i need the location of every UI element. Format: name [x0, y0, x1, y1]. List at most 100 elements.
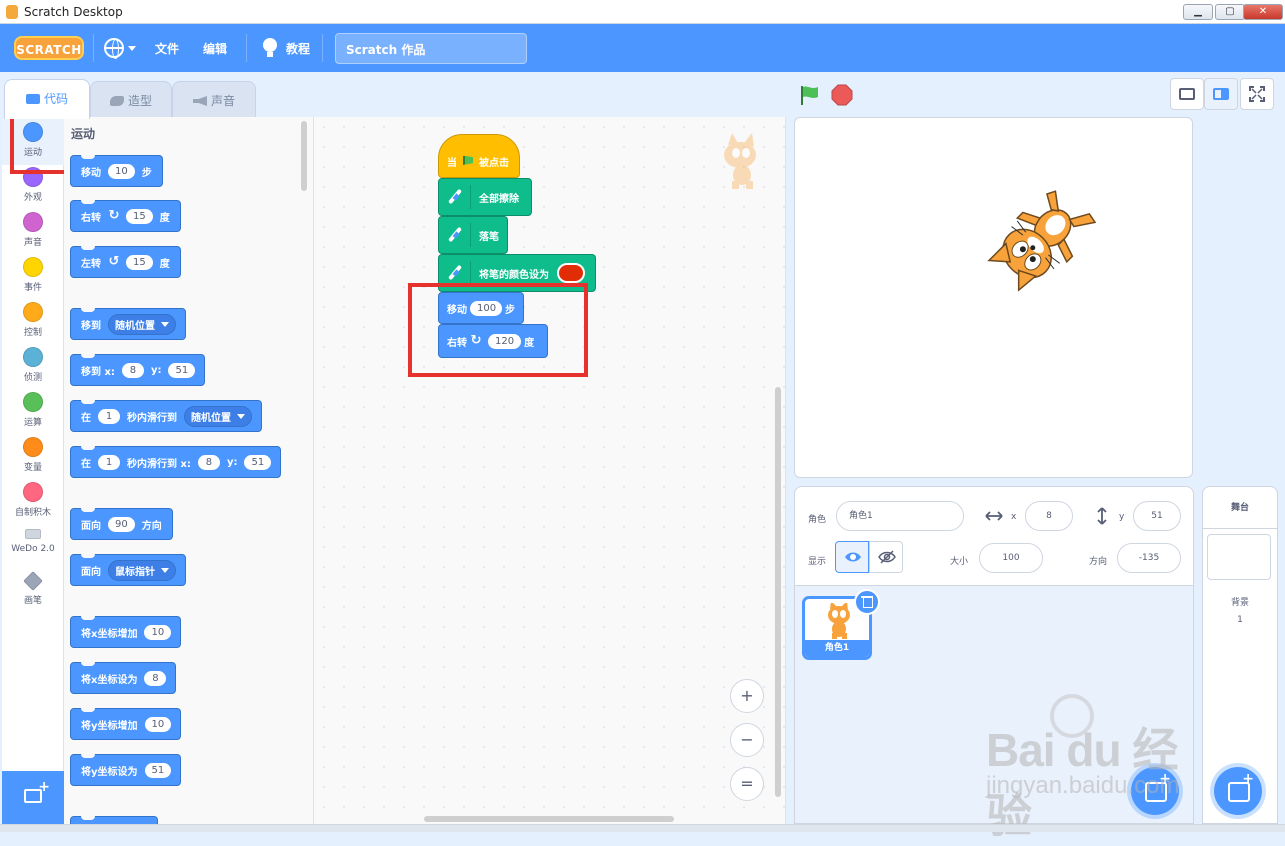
show-sprite-button[interactable] [835, 541, 869, 573]
category-label: 运算 [23, 418, 42, 428]
stop-icon[interactable] [831, 84, 853, 106]
block-glide-xy[interactable]: 在 1 秒内滑行到 x: 8 y: 51 [70, 446, 282, 478]
backdrops-count: 1 [1237, 615, 1243, 625]
degrees-input[interactable]: 15 [126, 208, 153, 224]
minimize-button[interactable]: ▁ [1183, 4, 1213, 20]
block-change-y[interactable]: 将y坐标增加 10 [70, 708, 182, 740]
x-input[interactable]: 8 [197, 454, 220, 470]
block-text: 方向 [141, 520, 162, 532]
y-input[interactable]: 51 [168, 362, 196, 378]
category-sensing[interactable]: 侦测 [2, 347, 64, 383]
steps-input[interactable]: 10 [108, 163, 135, 179]
zoom-reset-button[interactable]: = [730, 767, 764, 801]
tab-costumes[interactable]: 造型 [90, 81, 172, 117]
block-set-x[interactable]: 将x坐标设为 8 [70, 662, 177, 694]
stage-canvas[interactable] [794, 117, 1193, 478]
eye-off-icon [878, 550, 896, 564]
fullscreen-button[interactable] [1240, 78, 1274, 110]
block-text: 秒内滑行到 x: [127, 458, 191, 470]
direction-input[interactable]: -135 [1117, 543, 1181, 573]
block-partial[interactable] [70, 816, 158, 824]
category-wedo[interactable]: WeDo 2.0 [2, 529, 64, 554]
category-my-blocks[interactable]: 自制积木 [2, 482, 64, 518]
tab-code-label: 代码 [43, 92, 68, 106]
seconds-input[interactable]: 1 [98, 454, 120, 470]
x-input[interactable]: 8 [121, 362, 144, 378]
palette-section-title: 运动 [71, 127, 96, 141]
zoom-in-button[interactable]: + [730, 679, 764, 713]
block-text: 将x坐标设为 [81, 674, 138, 686]
tab-sounds[interactable]: 声音 [172, 81, 256, 117]
block-change-x[interactable]: 将x坐标增加 10 [70, 616, 182, 648]
add-extension-button[interactable] [2, 771, 64, 824]
edit-menu[interactable]: 编辑 [203, 40, 227, 57]
x-value-input[interactable]: 8 [144, 670, 167, 686]
sprite-name-input[interactable]: 角色1 [836, 501, 964, 531]
seconds-input[interactable]: 1 [98, 408, 120, 424]
pen-down-block[interactable]: 落笔 [438, 216, 508, 254]
size-input[interactable]: 100 [979, 543, 1043, 573]
green-flag-icon[interactable] [798, 84, 820, 106]
chevron-down-icon[interactable] [128, 46, 136, 51]
block-text: 秒内滑行到 [127, 412, 177, 424]
small-stage-button[interactable] [1170, 78, 1204, 110]
y-value-input[interactable]: 51 [144, 762, 172, 778]
lightbulb-icon[interactable] [263, 38, 277, 57]
x-change-input[interactable]: 10 [144, 624, 172, 640]
block-point-direction[interactable]: 面向 90 方向 [70, 508, 173, 540]
block-turn-right[interactable]: 右转 ↻ 15 度 [70, 200, 181, 232]
block-turn-left[interactable]: 左转 ↺ 15 度 [70, 246, 181, 278]
direction-input[interactable]: 90 [108, 516, 135, 532]
normal-stage-button[interactable] [1204, 78, 1238, 110]
category-sound[interactable]: 声音 [2, 212, 64, 248]
maximize-button[interactable]: ▢ [1215, 4, 1245, 20]
glide-target-dropdown[interactable]: 随机位置 [184, 405, 252, 427]
y-position-input[interactable]: 51 [1133, 501, 1181, 531]
x-position-input[interactable]: 8 [1025, 501, 1073, 531]
scratch-logo[interactable]: SCRATCH [14, 36, 84, 60]
delete-sprite-icon[interactable] [854, 589, 880, 615]
pen-icon [447, 223, 471, 247]
block-set-y[interactable]: 将y坐标设为 51 [70, 754, 182, 786]
category-operators[interactable]: 运算 [2, 392, 64, 428]
category-control[interactable]: 控制 [2, 302, 64, 338]
tab-code[interactable]: 代码 [4, 79, 90, 119]
when-flag-clicked-block[interactable]: 当 被点击 [438, 134, 520, 178]
block-text: 移到 x: [81, 366, 115, 378]
category-label: 声音 [23, 238, 42, 248]
control-dot-icon [23, 302, 43, 322]
add-backdrop-button[interactable] [1214, 767, 1262, 815]
zoom-out-button[interactable]: − [730, 723, 764, 757]
block-goto-xy[interactable]: 移到 x: 8 y: 51 [70, 354, 206, 386]
workspace-horizontal-scrollbar[interactable] [424, 816, 674, 822]
degrees-input[interactable]: 15 [126, 254, 153, 270]
globe-icon[interactable] [104, 38, 124, 59]
block-goto[interactable]: 移到 随机位置 [70, 308, 186, 340]
tutorials-menu[interactable]: 教程 [286, 40, 310, 57]
file-menu[interactable]: 文件 [155, 40, 179, 57]
script-workspace[interactable]: 当被点击 全部擦除 落笔 将笔的颜色设为 移动 100 步 右转 ↻ 120 度 + − … [314, 117, 786, 824]
category-events[interactable]: 事件 [2, 257, 64, 293]
pen-clear-block[interactable]: 全部擦除 [438, 178, 532, 216]
cat-sprite[interactable] [987, 184, 1097, 296]
stage-target-title: 舞台 [1203, 487, 1277, 529]
towards-dropdown[interactable]: 鼠标指针 [108, 559, 176, 581]
category-variables[interactable]: 变量 [2, 437, 64, 473]
y-input[interactable]: 51 [244, 454, 272, 470]
hide-sprite-button[interactable] [869, 541, 903, 573]
palette-scrollbar[interactable] [301, 121, 307, 191]
goto-target-dropdown[interactable]: 随机位置 [108, 313, 176, 335]
category-pen[interactable]: 画笔 [2, 571, 64, 606]
block-move-steps[interactable]: 移动 10 步 [70, 155, 163, 187]
add-sprite-button[interactable] [1131, 767, 1179, 815]
y-change-input[interactable]: 10 [144, 716, 172, 732]
speaker-icon [192, 96, 207, 106]
block-point-towards[interactable]: 面向 鼠标指针 [70, 554, 186, 586]
project-title-input[interactable]: Scratch 作品 [335, 33, 527, 64]
stage-thumbnail[interactable] [1207, 534, 1271, 580]
small-stage-icon [1179, 88, 1195, 100]
close-window-button[interactable]: ✕ [1243, 4, 1283, 20]
workspace-vertical-scrollbar[interactable] [775, 387, 781, 797]
block-glide-to[interactable]: 在 1 秒内滑行到 随机位置 [70, 400, 262, 432]
pen-color-swatch[interactable] [557, 263, 585, 283]
